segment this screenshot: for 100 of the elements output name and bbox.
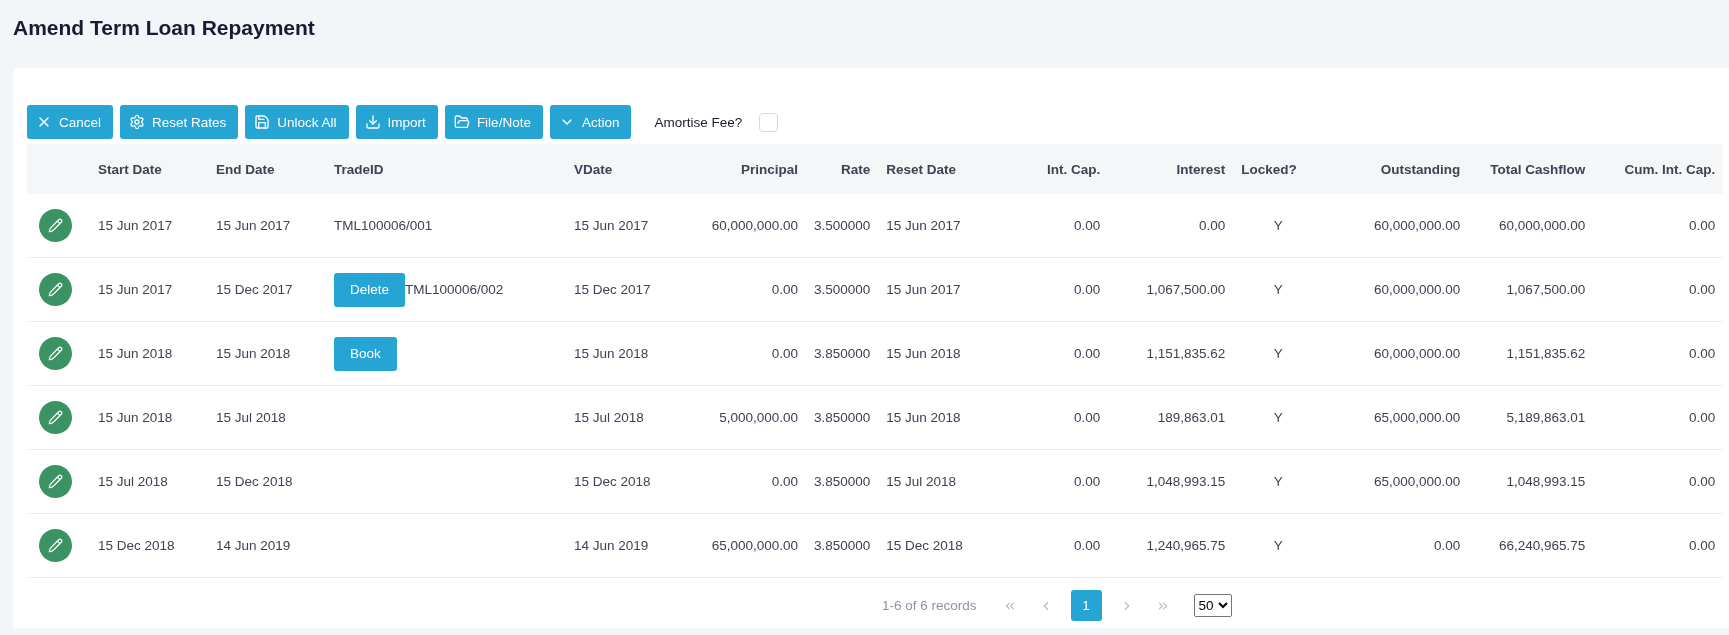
table-cell: 1,048,993.15 <box>1506 474 1586 489</box>
page-size-select[interactable]: 50 <box>1193 594 1232 617</box>
table-cell: 15 Jul 2018 <box>216 410 286 425</box>
column-header: TradeID <box>326 144 566 194</box>
page-title: Amend Term Loan Repayment <box>13 16 316 40</box>
table-cell: 0.00 <box>1689 346 1716 361</box>
table-cell: TML100006/002 <box>405 282 504 297</box>
pencil-icon <box>48 474 63 489</box>
table-cell: 15 Dec 2018 <box>886 538 963 553</box>
toolbar-button[interactable]: Cancel <box>27 105 114 139</box>
table-cell: 3.850000 <box>814 538 871 553</box>
table-cell: 0.00 <box>1074 474 1101 489</box>
edit-button[interactable] <box>39 465 72 498</box>
table-cell: 15 Jun 2017 <box>98 282 173 297</box>
table-cell: 66,240,965.75 <box>1498 538 1586 553</box>
pencil-icon <box>48 410 63 425</box>
edit-button[interactable] <box>39 401 72 434</box>
table-cell: TML100006/001 <box>334 218 433 233</box>
table-cell: 15 Jun 2018 <box>886 410 961 425</box>
table-cell: 0.00 <box>1074 538 1101 553</box>
column-header: Cum. Int. Cap. <box>1593 144 1724 194</box>
table-cell: 15 Jun 2018 <box>98 346 173 361</box>
column-header: VDate <box>566 144 681 194</box>
table-cell: 3.500000 <box>814 218 871 233</box>
toolbar-button[interactable]: File/Note <box>444 105 543 139</box>
table-cell: 60,000,000.00 <box>1373 346 1461 361</box>
table-cell: 15 Jun 2018 <box>216 346 291 361</box>
table-cell: 0.00 <box>1689 538 1716 553</box>
table-cell: 15 Dec 2017 <box>574 282 651 297</box>
table-cell: 15 Jun 2018 <box>886 346 961 361</box>
edit-button[interactable] <box>39 273 72 306</box>
toolbar-button[interactable]: Action <box>549 105 632 139</box>
column-header: Rate <box>806 144 879 194</box>
table-cell: Y <box>1273 538 1283 553</box>
amortise-fee-checkbox[interactable] <box>759 112 779 132</box>
table-cell: 5,189,863.01 <box>1506 410 1586 425</box>
table-cell: 1,048,993.15 <box>1146 474 1226 489</box>
table-cell: 14 Jun 2019 <box>216 538 291 553</box>
download-icon <box>364 114 381 130</box>
table-cell: Y <box>1273 474 1283 489</box>
table-cell: 5,000,000.00 <box>719 410 798 425</box>
table-cell: 0.00 <box>1434 538 1461 553</box>
settings-icon <box>129 114 146 130</box>
table-cell: 65,000,000.00 <box>1373 474 1461 489</box>
row-action-button[interactable]: Book <box>334 336 397 371</box>
table-cell: 15 Dec 2018 <box>98 538 175 553</box>
toolbar-button[interactable]: Unlock All <box>245 105 349 139</box>
table-cell: 15 Jun 2017 <box>98 218 173 233</box>
column-header: Start Date <box>90 144 208 194</box>
column-header: Outstanding <box>1323 144 1469 194</box>
amortise-fee-label: Amortise Fee? <box>654 114 743 130</box>
edit-button[interactable] <box>39 337 72 370</box>
edit-button[interactable] <box>39 529 72 562</box>
toolbar-button[interactable]: Import <box>355 105 438 139</box>
table-cell: 0.00 <box>1689 282 1716 297</box>
records-summary: 1-6 of 6 records <box>882 598 977 613</box>
column-header: Total Cashflow <box>1468 144 1594 194</box>
table-cell: 15 Jun 2018 <box>574 346 649 361</box>
table-cell: 0.00 <box>1074 218 1101 233</box>
table-cell: 0.00 <box>1074 346 1101 361</box>
table-cell: 15 Jul 2018 <box>98 474 168 489</box>
table-cell: 3.850000 <box>814 410 871 425</box>
table-cell: 15 Jun 2017 <box>886 282 961 297</box>
page-button[interactable]: 1 <box>1070 590 1102 621</box>
table-cell: 0.00 <box>771 282 798 297</box>
table-cell: 3.500000 <box>814 282 871 297</box>
table-cell: 0.00 <box>1074 410 1101 425</box>
table-cell: Y <box>1273 346 1283 361</box>
table-cell: 0.00 <box>1689 218 1716 233</box>
column-header: Reset Date <box>878 144 1004 194</box>
table-cell: 0.00 <box>771 474 798 489</box>
pencil-icon <box>48 282 63 297</box>
table-cell: 15 Jun 2017 <box>886 218 961 233</box>
column-header: Interest <box>1108 144 1234 194</box>
edit-button[interactable] <box>39 209 72 242</box>
table-cell: 65,000,000.00 <box>711 538 798 553</box>
table-cell: 60,000,000.00 <box>1498 218 1586 233</box>
table-cell: 60,000,000.00 <box>711 218 798 233</box>
column-header: Locked? <box>1233 144 1324 194</box>
table-cell: Y <box>1273 282 1283 297</box>
table-cell: 0.00 <box>1689 474 1716 489</box>
column-header: End Date <box>208 144 326 194</box>
table-cell: 3.850000 <box>814 346 871 361</box>
table-cell: 0.00 <box>771 346 798 361</box>
table-cell: 15 Jun 2017 <box>574 218 649 233</box>
toolbar-button[interactable]: Reset Rates <box>120 105 239 139</box>
table-cell: Y <box>1273 218 1283 233</box>
row-action-button[interactable]: Delete <box>334 272 406 307</box>
table-cell: 15 Dec 2017 <box>216 282 293 297</box>
table-cell: 1,067,500.00 <box>1506 282 1586 297</box>
table-cell: 15 Jun 2017 <box>216 218 291 233</box>
pencil-icon <box>48 346 63 361</box>
table-cell: 0.00 <box>1074 282 1101 297</box>
table-cell: 189,863.01 <box>1157 410 1226 425</box>
table-cell: 60,000,000.00 <box>1373 218 1461 233</box>
table-cell: 0.00 <box>1199 218 1226 233</box>
pencil-icon <box>48 538 63 553</box>
column-header: Int. Cap. <box>1003 144 1109 194</box>
table-cell: 15 Dec 2018 <box>574 474 651 489</box>
table-cell: 1,151,835.62 <box>1506 346 1586 361</box>
